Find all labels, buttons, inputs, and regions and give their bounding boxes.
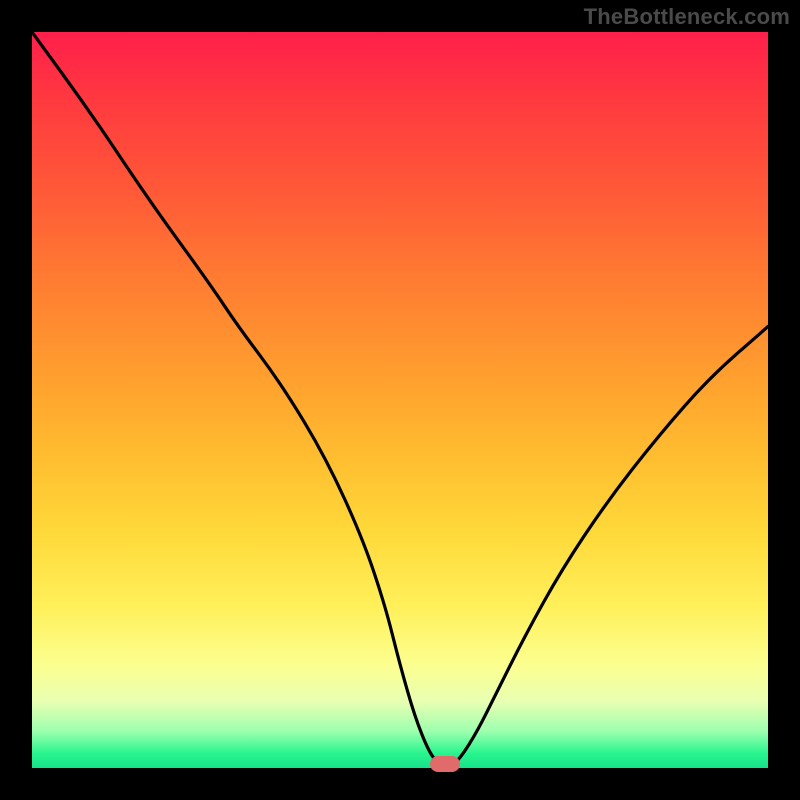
bottleneck-curve: [32, 32, 768, 768]
optimal-point-marker: [430, 756, 460, 772]
chart-frame: TheBottleneck.com: [0, 0, 800, 800]
plot-area: [32, 32, 768, 768]
watermark-text: TheBottleneck.com: [584, 4, 790, 30]
